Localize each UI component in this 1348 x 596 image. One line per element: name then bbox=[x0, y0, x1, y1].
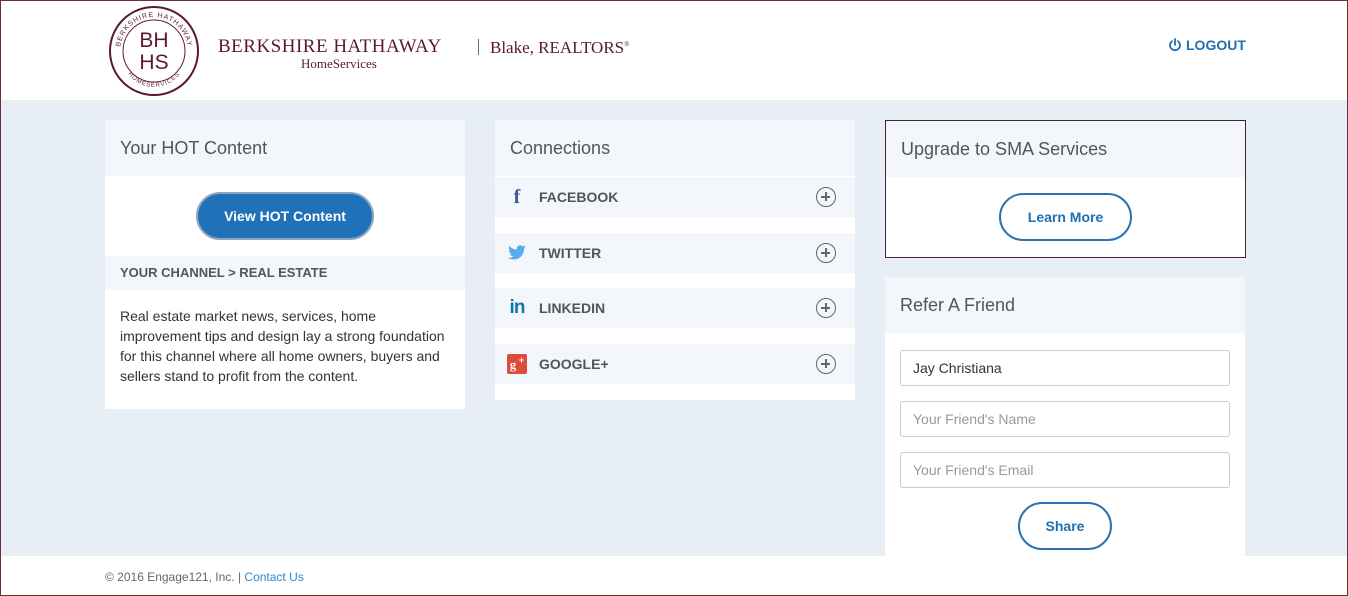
brand-name: BERKSHIRE HATHAWAY bbox=[218, 36, 442, 57]
seal-initials-1: BH bbox=[139, 29, 168, 52]
channel-description: Real estate market news, services, home … bbox=[120, 308, 445, 384]
refer-friend-card: Refer A Friend Share bbox=[885, 277, 1245, 556]
connection-label: TWITTER bbox=[539, 245, 602, 261]
brand-separator bbox=[478, 39, 479, 55]
upgrade-title: Upgrade to SMA Services bbox=[886, 121, 1245, 177]
plus-circle-icon[interactable] bbox=[816, 354, 836, 374]
logout-button[interactable]: LOGOUT bbox=[1168, 37, 1246, 53]
plus-circle-icon[interactable] bbox=[816, 243, 836, 263]
facebook-icon: f bbox=[513, 185, 521, 208]
learn-more-button[interactable]: Learn More bbox=[999, 193, 1132, 241]
power-icon bbox=[1169, 38, 1181, 52]
connection-label: FACEBOOK bbox=[539, 189, 619, 205]
svg-text:g: g bbox=[510, 357, 517, 372]
bhhs-seal-logo: BERKSHIRE HATHAWAY HOMESERVICES BH HS bbox=[109, 6, 199, 96]
brand-sub: HomeServices bbox=[301, 56, 377, 71]
connections-card: Connections f FACEBOOK TWITTER in LINKED… bbox=[495, 120, 855, 400]
hot-content-title: Your HOT Content bbox=[105, 120, 465, 176]
your-name-input[interactable] bbox=[900, 350, 1230, 386]
svg-text:+: + bbox=[519, 355, 524, 365]
copyright-text: © 2016 Engage121, Inc. | bbox=[105, 570, 242, 584]
registered-mark: ® bbox=[624, 40, 630, 49]
connection-label: LINKEDIN bbox=[539, 300, 606, 316]
linkedin-icon: in bbox=[509, 297, 526, 318]
upgrade-card: Upgrade to SMA Services Learn More bbox=[885, 120, 1246, 258]
connection-facebook[interactable]: f FACEBOOK bbox=[495, 177, 855, 217]
connection-twitter[interactable]: TWITTER bbox=[495, 233, 855, 273]
plus-circle-icon[interactable] bbox=[816, 187, 836, 207]
friend-name-input[interactable] bbox=[900, 401, 1230, 437]
plus-circle-icon[interactable] bbox=[816, 298, 836, 318]
header: BERKSHIRE HATHAWAY HOMESERVICES BH HS BE… bbox=[1, 1, 1347, 100]
channel-breadcrumb: YOUR CHANNEL > REAL ESTATE bbox=[105, 256, 465, 290]
friend-email-input[interactable] bbox=[900, 452, 1230, 488]
brand-agent-name: Blake, REALTORS bbox=[490, 38, 625, 57]
logout-label: LOGOUT bbox=[1186, 37, 1246, 53]
hot-content-card: Your HOT Content View HOT Content YOUR C… bbox=[105, 120, 465, 409]
brand-agent: Blake, REALTORS® bbox=[490, 38, 629, 58]
twitter-icon bbox=[495, 245, 539, 261]
google-plus-icon: g + bbox=[495, 354, 539, 374]
footer: © 2016 Engage121, Inc. | Contact Us bbox=[1, 556, 1347, 595]
connection-google-plus[interactable]: g + GOOGLE+ bbox=[495, 344, 855, 384]
main-content: Your HOT Content View HOT Content YOUR C… bbox=[1, 100, 1347, 556]
connection-label: GOOGLE+ bbox=[539, 356, 609, 372]
refer-friend-title: Refer A Friend bbox=[885, 277, 1245, 333]
seal-initials-2: HS bbox=[139, 51, 168, 74]
share-button[interactable]: Share bbox=[1018, 502, 1112, 550]
contact-us-link[interactable]: Contact Us bbox=[244, 570, 303, 584]
view-hot-content-button[interactable]: View HOT Content bbox=[196, 192, 374, 240]
connection-linkedin[interactable]: in LINKEDIN bbox=[495, 288, 855, 328]
connections-title: Connections bbox=[495, 120, 855, 176]
